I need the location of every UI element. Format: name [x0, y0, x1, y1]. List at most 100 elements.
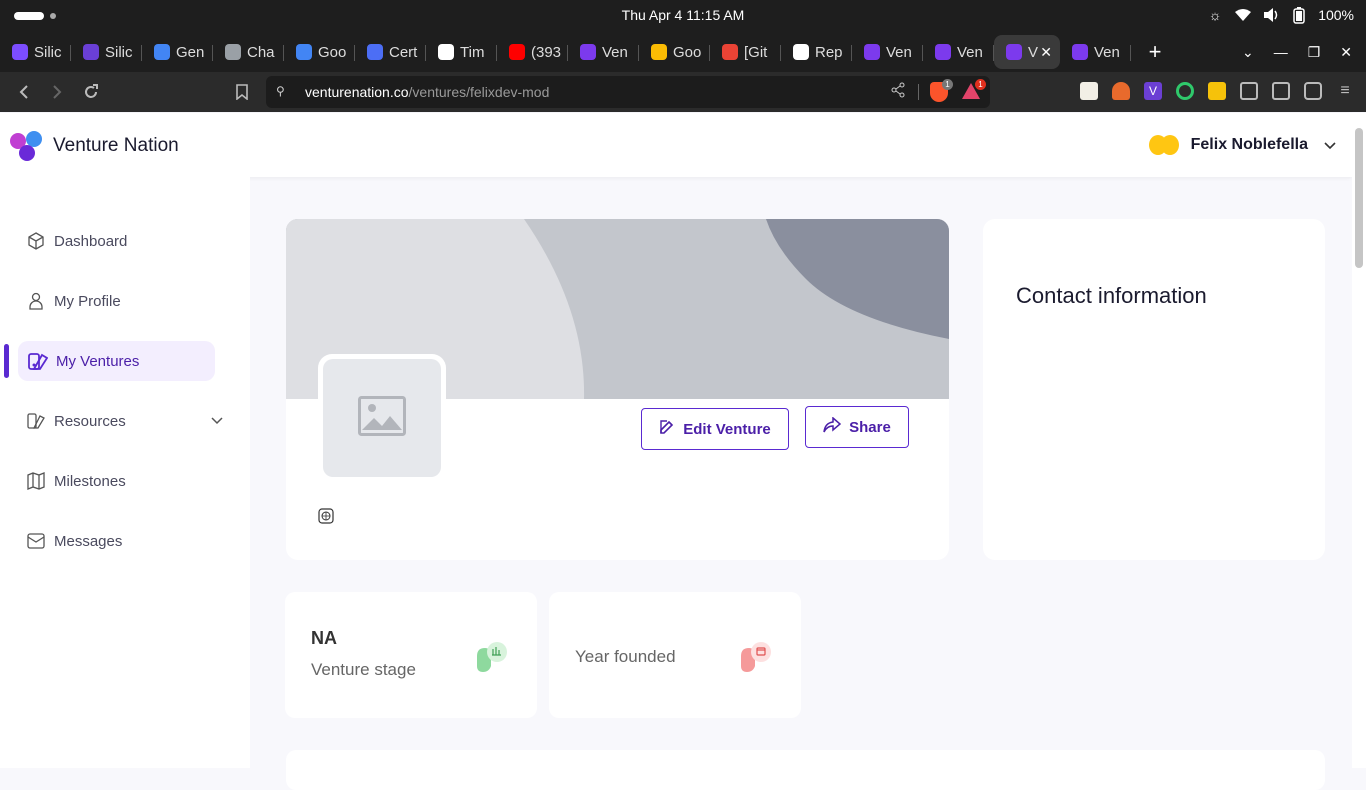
menu-icon[interactable]: ≡ [1336, 82, 1354, 100]
close-tab-icon[interactable]: ✕ [1040, 44, 1052, 61]
forward-button[interactable] [47, 82, 67, 102]
bookmark-icon[interactable] [232, 82, 252, 102]
browser-tab[interactable]: Silic [71, 35, 142, 69]
browser-tab[interactable]: Cha [213, 35, 284, 69]
browser-tab[interactable]: [Git [710, 35, 781, 69]
browser-tab[interactable]: Ven [1060, 35, 1131, 69]
tab-favicon-icon [864, 44, 880, 60]
tab-favicon-icon [154, 44, 170, 60]
reload-button[interactable] [81, 82, 101, 102]
share-arrow-icon [823, 416, 842, 437]
tab-favicon-icon [722, 44, 738, 60]
tab-title: Goo [318, 43, 347, 61]
browser-tab[interactable]: (393 [497, 35, 568, 69]
chevron-down-icon[interactable] [211, 414, 223, 428]
new-tab-button[interactable]: + [1143, 39, 1167, 65]
user-name: Felix Noblefella [1190, 136, 1308, 153]
scrollbar-thumb[interactable] [1355, 128, 1363, 268]
minimize-button[interactable]: — [1274, 44, 1288, 60]
clock[interactable]: Thu Apr 4 11:15 AM [0, 7, 1366, 23]
puzzle-icon[interactable] [1240, 82, 1258, 100]
close-window-button[interactable]: ✕ [1340, 44, 1352, 61]
tab-title: Goo [673, 43, 702, 61]
website-globe-icon[interactable] [318, 508, 334, 524]
back-button[interactable] [14, 82, 34, 102]
tab-favicon-icon [225, 44, 241, 60]
os-top-bar: Thu Apr 4 11:15 AM ☼ 100% [0, 0, 1366, 32]
circle-extension-icon[interactable] [1176, 82, 1194, 100]
browser-tab[interactable]: Gen [142, 35, 213, 69]
chart-icon [473, 640, 509, 676]
sidebar-toggle-icon[interactable] [1272, 82, 1290, 100]
browser-tab[interactable]: Rep [781, 35, 852, 69]
sidebar-item-milestones[interactable]: Milestones [18, 461, 215, 501]
browser-tab[interactable]: Silic [0, 35, 71, 69]
tab-search-icon[interactable]: ⌄ [1242, 44, 1254, 61]
site-info-icon[interactable]: ⚲ [276, 84, 292, 100]
browser-tab[interactable]: Tim [426, 35, 497, 69]
brand-name[interactable]: Venture Nation [53, 135, 179, 157]
shields-badge: 1 [942, 79, 953, 90]
sidebar-item-messages[interactable]: Messages [18, 521, 215, 561]
tab-title: Ven [602, 43, 628, 61]
tab-title: Cha [247, 43, 275, 61]
book-icon [26, 411, 46, 431]
tab-title: [Git [744, 43, 768, 61]
browser-tab[interactable]: Ven [852, 35, 923, 69]
address-bar[interactable]: ⚲ venturenation.co/ventures/felixdev-mod… [266, 76, 990, 108]
wallet-icon[interactable] [1304, 82, 1322, 100]
share-button[interactable]: Share [805, 406, 909, 448]
brightness-icon: ☼ [1208, 7, 1222, 23]
stat-value: NA [311, 628, 337, 648]
sidebar-item-my-ventures[interactable]: My Ventures [18, 341, 215, 381]
browser-tab[interactable]: V ✕ [994, 35, 1060, 69]
edit-venture-label: Edit Venture [683, 420, 771, 438]
tab-favicon-icon [367, 44, 383, 60]
map-icon [26, 471, 46, 491]
battery-percent: 100% [1318, 7, 1354, 23]
wifi-icon [1234, 6, 1252, 24]
venture-logo[interactable] [318, 354, 446, 482]
fox-extension-icon[interactable] [1112, 82, 1130, 100]
venture-stage-card: NA Venture stage [285, 592, 537, 718]
venture-nation-logo[interactable] [10, 131, 44, 163]
divider [918, 84, 919, 100]
keep-extension-icon[interactable] [1208, 82, 1226, 100]
tab-title: (393 [531, 43, 562, 61]
app-header: Venture Nation Felix Noblefella [0, 113, 1352, 177]
stat-label: Year founded [575, 647, 676, 666]
window-controls: ⌄ — ❐ ✕ [1242, 32, 1366, 72]
browser-tab[interactable]: Goo [639, 35, 710, 69]
sidebar-item-resources[interactable]: Resources [18, 401, 223, 441]
browser-tab[interactable]: Goo [284, 35, 355, 69]
stat-label: Venture stage [311, 660, 416, 679]
system-tray[interactable]: ☼ 100% [1206, 6, 1354, 24]
contact-title: Contact information [1016, 283, 1207, 308]
share-icon[interactable] [890, 82, 906, 101]
rewards-badge: 1 [975, 79, 986, 90]
browser-tab[interactable]: Ven [568, 35, 639, 69]
page-scrollbar[interactable] [1352, 113, 1366, 768]
sidebar-item-dashboard[interactable]: Dashboard [18, 221, 215, 261]
tab-favicon-icon [793, 44, 809, 60]
mail-icon [26, 531, 46, 551]
battery-icon [1290, 6, 1308, 24]
sidebar-item-label: My Profile [54, 292, 121, 310]
browser-tab[interactable]: Cert [355, 35, 426, 69]
edit-venture-button[interactable]: Edit Venture [641, 408, 789, 450]
tab-favicon-icon [1006, 44, 1022, 60]
notes-extension-icon[interactable] [1080, 82, 1098, 100]
user-menu[interactable]: Felix Noblefella [1148, 131, 1336, 159]
tab-title: Gen [176, 43, 205, 61]
tab-favicon-icon [651, 44, 667, 60]
tab-favicon-icon [438, 44, 454, 60]
tab-favicon-icon [509, 44, 525, 60]
tab-title: Ven [886, 43, 912, 61]
url-text[interactable]: venturenation.co/ventures/felixdev-mod [305, 84, 549, 100]
sidebar-item-my-profile[interactable]: My Profile [18, 281, 215, 321]
v-extension-icon[interactable]: V [1144, 82, 1162, 100]
maximize-button[interactable]: ❐ [1308, 44, 1321, 61]
tab-favicon-icon [935, 44, 951, 60]
browser-tab[interactable]: Ven [923, 35, 994, 69]
venture-card: Edit Venture Share [286, 219, 949, 560]
